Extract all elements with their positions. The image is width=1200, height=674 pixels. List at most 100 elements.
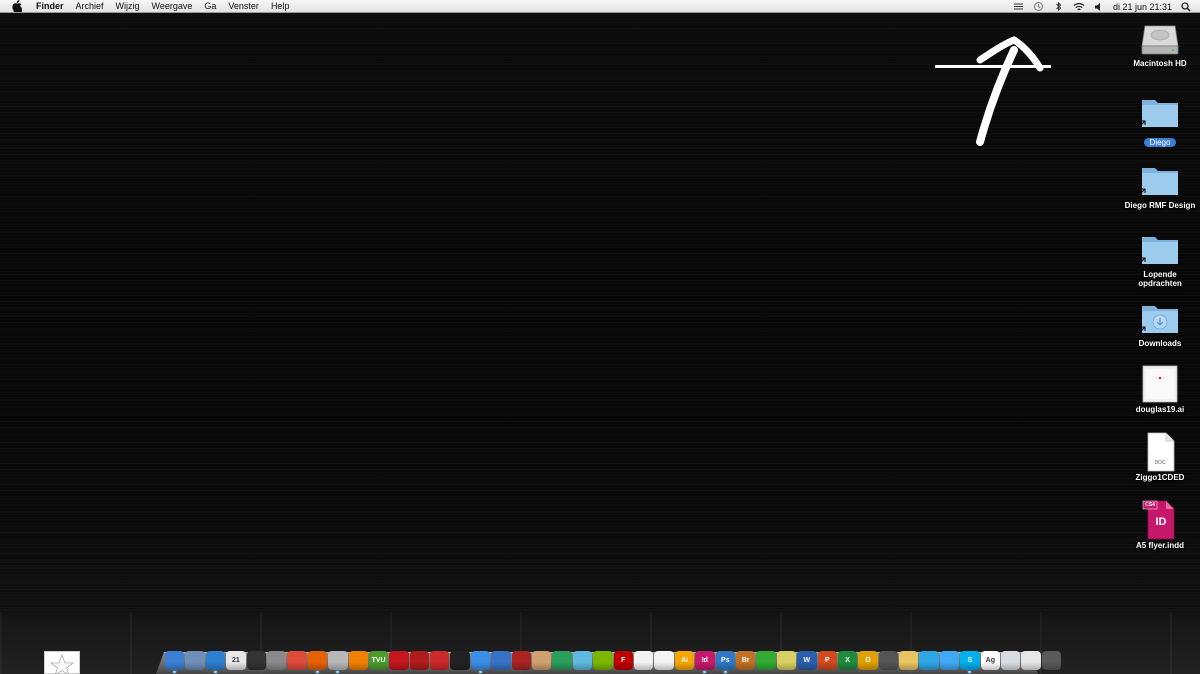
bluetooth-icon[interactable] (1053, 1, 1065, 12)
dock-item-glyph: F (621, 657, 626, 664)
dock-powerpoint-icon[interactable]: P (817, 651, 837, 670)
dock-firefox-icon[interactable] (307, 651, 328, 673)
dock-adobe-illustrator-icon[interactable]: Ai (674, 651, 695, 670)
desktop-icon-label: Diego (1143, 138, 1177, 147)
menu-bar: Finder Archief Wijzig Weergave Ga Venste… (0, 0, 1200, 13)
dock-skitch-icon[interactable] (756, 651, 776, 670)
dock-vlc-icon[interactable] (348, 651, 368, 670)
dock-item-glyph: Br (741, 657, 750, 664)
doc-file-icon: DOC (1140, 432, 1180, 472)
desktop-icon-macintosh-hd[interactable]: Macintosh HD (1120, 18, 1200, 68)
dock: 21 TVU F Ai Id Ps Br W P X O S Ag (165, 648, 1062, 673)
indesign-file-icon: CS4 ID (1140, 500, 1180, 540)
dock-adobe-acrobat-icon[interactable] (389, 651, 409, 670)
dock-filezilla-icon[interactable]: F (613, 651, 633, 670)
dock-item-glyph: Ai (680, 657, 688, 664)
star-widget[interactable] (44, 651, 80, 674)
apple-icon[interactable] (12, 0, 24, 12)
doc-badge: DOC (1154, 460, 1166, 466)
menu-help[interactable]: Help (265, 0, 296, 13)
wifi-icon[interactable] (1073, 1, 1085, 12)
dock-documents-stack-icon[interactable] (1001, 651, 1021, 670)
dock-item-glyph: TVU (371, 657, 386, 664)
dock-textmate-icon[interactable] (430, 651, 450, 670)
dock-acrobat-reader-icon[interactable] (654, 651, 674, 670)
desktop-icon-lopende-opdrachten[interactable]: Lopende opdrachten (1120, 229, 1200, 288)
volume-icon[interactable] (1093, 1, 1105, 12)
menu-weergave[interactable]: Weergave (146, 0, 199, 13)
menu-finder[interactable]: Finder (32, 0, 70, 13)
dock-textedit-icon[interactable] (633, 651, 654, 670)
dock-sketch-tool-icon[interactable] (511, 651, 532, 670)
dock-system-preferences-icon[interactable] (266, 651, 287, 670)
dock-spotify-icon[interactable] (593, 651, 613, 670)
dock-item-glyph: 21 (231, 657, 240, 664)
dock-item-glyph: X (845, 657, 850, 664)
dock-skype-icon[interactable]: S (960, 651, 980, 673)
dock-item-glyph: Ps (720, 657, 730, 664)
dock-twitter-icon[interactable] (919, 651, 939, 670)
menu-archief[interactable]: Archief (70, 0, 110, 13)
desktop-icon-label: Lopende opdrachten (1138, 270, 1182, 288)
dock-address-book-icon[interactable] (328, 651, 348, 673)
spotlight-search-icon[interactable] (1180, 1, 1192, 12)
dock-mail-icon[interactable] (899, 651, 919, 670)
dock-ical-icon[interactable]: 21 (226, 651, 246, 670)
dock-trash-icon[interactable] (1041, 651, 1062, 670)
time-machine-icon[interactable] (1033, 1, 1045, 12)
desktop-icon-douglas19-ai[interactable]: douglas19.ai (1120, 364, 1200, 414)
dock-safari-icon[interactable] (205, 651, 226, 673)
dock-stickies-icon[interactable] (776, 651, 797, 670)
menubar-clock[interactable]: di 21 jun 21:31 (1113, 2, 1172, 12)
menu-venster[interactable]: Venster (222, 0, 265, 13)
dock-font-book-icon[interactable]: Ag (980, 651, 1001, 670)
hard-drive-icon (1140, 18, 1180, 58)
star-icon (49, 653, 75, 674)
menu-wijzig[interactable]: Wijzig (110, 0, 146, 13)
desktop-icon-diego-rmf-design[interactable]: Diego RMF Design (1120, 160, 1200, 210)
indd-glyph: ID (1155, 516, 1167, 528)
dock-quicktime-icon[interactable] (491, 651, 511, 670)
folder-alias-icon (1140, 160, 1180, 200)
folder-alias-icon (1140, 92, 1180, 132)
dropbox-icon[interactable] (1013, 1, 1025, 12)
dock-item-glyph: Ag (985, 657, 995, 664)
menu-ga[interactable]: Ga (198, 0, 222, 13)
dock-camino-icon[interactable] (552, 651, 572, 670)
dock-photo-booth-icon[interactable] (409, 651, 430, 670)
dock-messenger-icon[interactable] (939, 651, 960, 670)
downloads-folder-alias-icon (1140, 298, 1180, 338)
desktop-icon-label: douglas19.ai (1135, 405, 1185, 414)
dock-item-glyph: P (824, 657, 830, 664)
dock-adobe-photoshop-icon[interactable]: Ps (715, 651, 735, 673)
desktop-icon-label: Downloads (1138, 339, 1182, 348)
dock-outlook-icon[interactable]: O (858, 651, 878, 670)
desktop-icon-a5-flyer-indd[interactable]: CS4 ID A5 flyer.indd (1120, 500, 1200, 550)
dock-dashboard-icon[interactable] (246, 651, 266, 670)
dock-screenshot-icon[interactable] (878, 651, 899, 670)
desktop-icon-downloads[interactable]: Downloads (1120, 298, 1200, 348)
desktop-icon-diego[interactable]: Diego (1120, 92, 1200, 150)
dock-word-icon[interactable]: W (797, 651, 817, 670)
desktop-icon-label: Diego RMF Design (1124, 201, 1196, 210)
dock-itunes-icon[interactable] (470, 651, 491, 673)
dock-preview-icon[interactable] (185, 651, 205, 670)
folder-alias-icon (1140, 229, 1180, 269)
dock-finder-icon[interactable] (165, 651, 185, 673)
dock-network-utility-icon[interactable] (572, 651, 593, 670)
dock-inkscape-icon[interactable] (450, 651, 470, 670)
dock-adobe-bridge-icon[interactable]: Br (735, 651, 756, 670)
dock-transmission-icon[interactable] (532, 651, 552, 670)
dock-item-glyph: Id (701, 657, 708, 664)
indd-version-badge: CS4 (1145, 502, 1155, 508)
desktop-icon-label: Macintosh HD (1133, 59, 1187, 68)
dock-item-glyph: S (967, 657, 973, 664)
dock-adobe-indesign-icon[interactable]: Id (695, 651, 715, 673)
desktop-icon-ziggo1cded[interactable]: DOC Ziggo1CDED (1120, 432, 1200, 482)
dock-chrome-icon[interactable] (287, 651, 307, 670)
dock-downloads-stack-icon[interactable] (1021, 651, 1041, 670)
drawn-arrow-icon (930, 30, 1060, 152)
dock-excel-icon[interactable]: X (837, 651, 858, 670)
dock-tvu-icon[interactable]: TVU (368, 651, 389, 670)
illustrator-file-icon (1140, 364, 1180, 404)
